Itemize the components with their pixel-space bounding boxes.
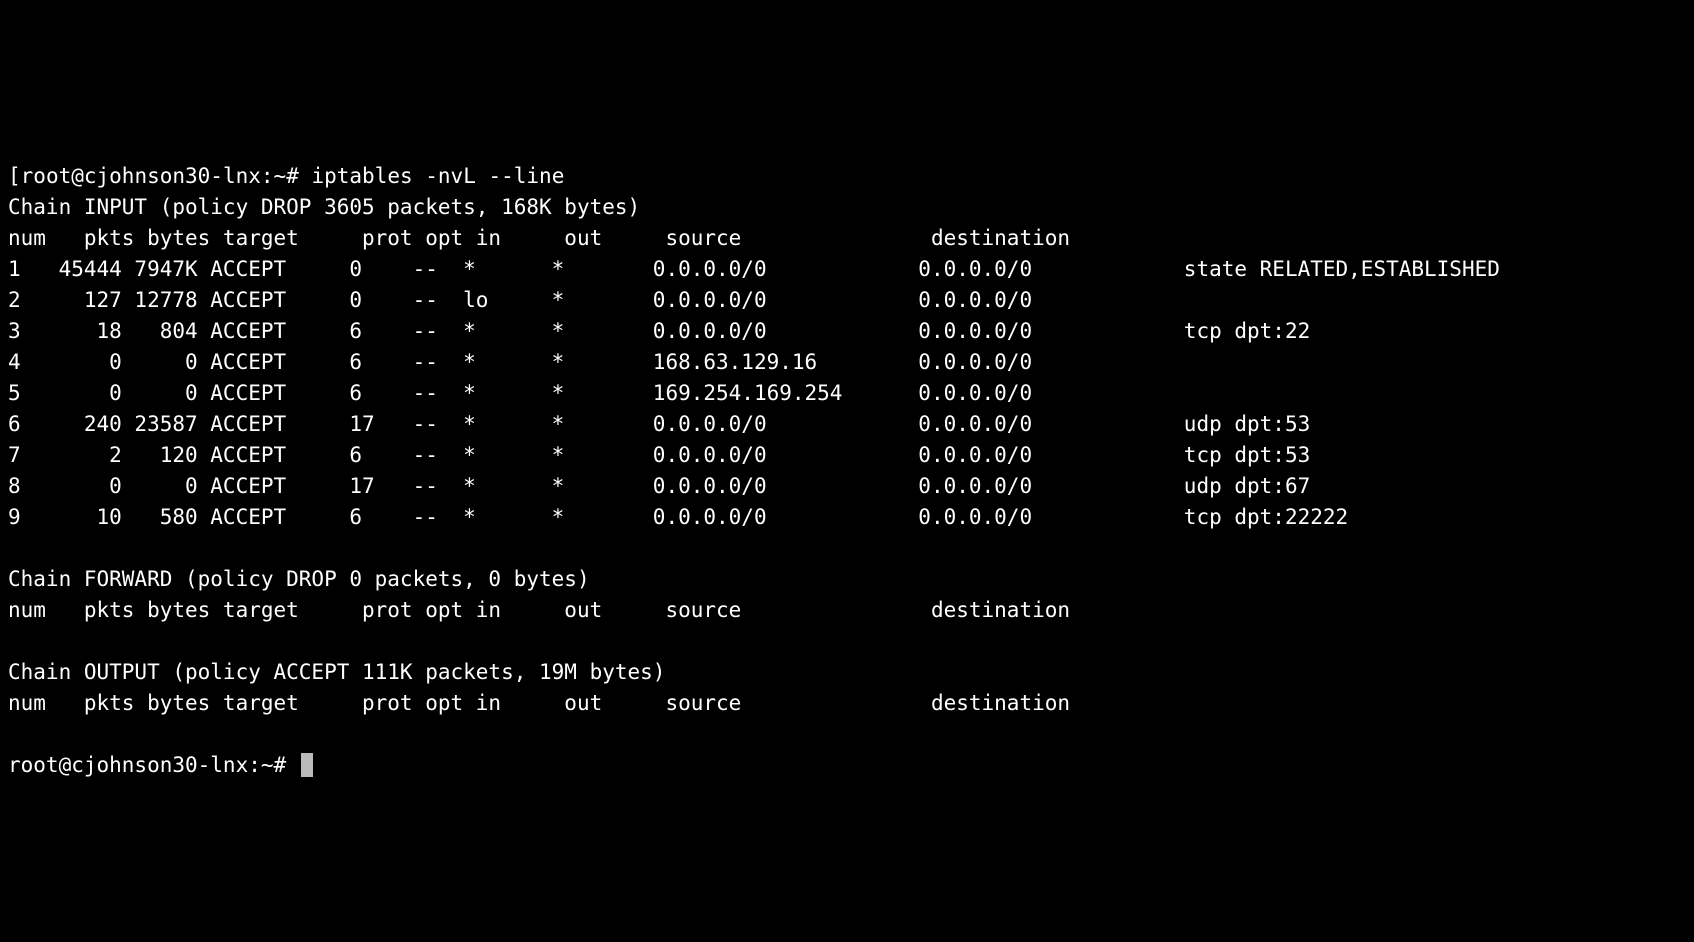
prompt-line-1: [root@cjohnson30-lnx:~# iptables -nvL --…: [8, 164, 564, 188]
command-text: iptables -nvL --line: [311, 164, 564, 188]
command-output: Chain INPUT (policy DROP 3605 packets, 1…: [8, 195, 1500, 715]
cursor-icon: [301, 753, 313, 777]
prompt-line-2: root@cjohnson30-lnx:~#: [8, 753, 299, 777]
terminal[interactable]: [root@cjohnson30-lnx:~# iptables -nvL --…: [0, 155, 1694, 787]
